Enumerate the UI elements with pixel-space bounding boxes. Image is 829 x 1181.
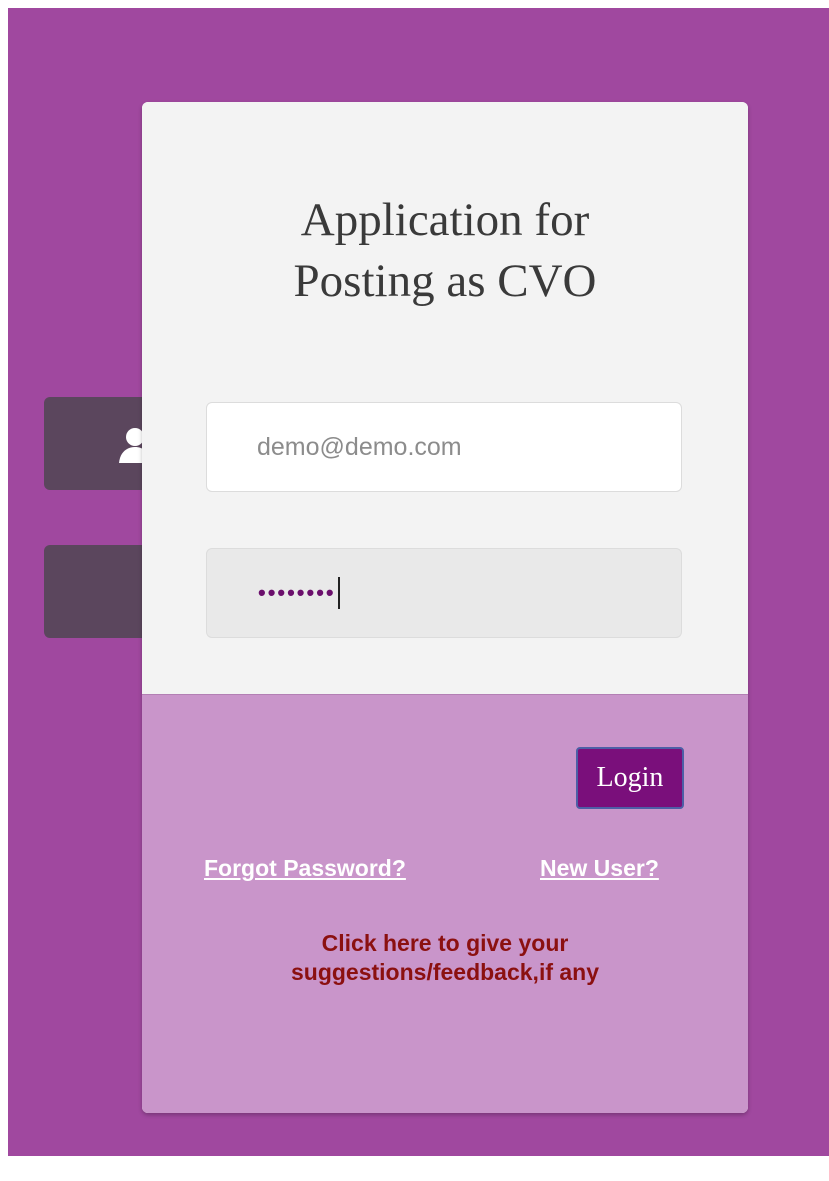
title-line-2: Posting as CVO [293,255,597,307]
password-input[interactable] [206,548,682,638]
login-card-header: Application for Posting as CVO •••••••• [142,102,748,694]
user-tab [44,397,154,490]
page-title: Application for Posting as CVO [212,190,678,312]
feedback-line-2: suggestions/feedback,if any [290,959,600,985]
login-card-footer: Login Forgot Password? New User? Click h… [142,694,748,1113]
new-user-link[interactable]: New User? [540,855,659,882]
feedback-link[interactable]: Click here to give your suggestions/feed… [202,929,688,987]
password-tab [44,545,154,638]
login-button[interactable]: Login [576,747,684,809]
title-line-1: Application for [300,194,590,246]
login-card: Application for Posting as CVO •••••••• … [142,102,748,1113]
feedback-line-1: Click here to give your [321,930,569,956]
forgot-password-link[interactable]: Forgot Password? [204,855,406,882]
email-input[interactable] [206,402,682,492]
password-field-wrapper: •••••••• [206,548,682,638]
